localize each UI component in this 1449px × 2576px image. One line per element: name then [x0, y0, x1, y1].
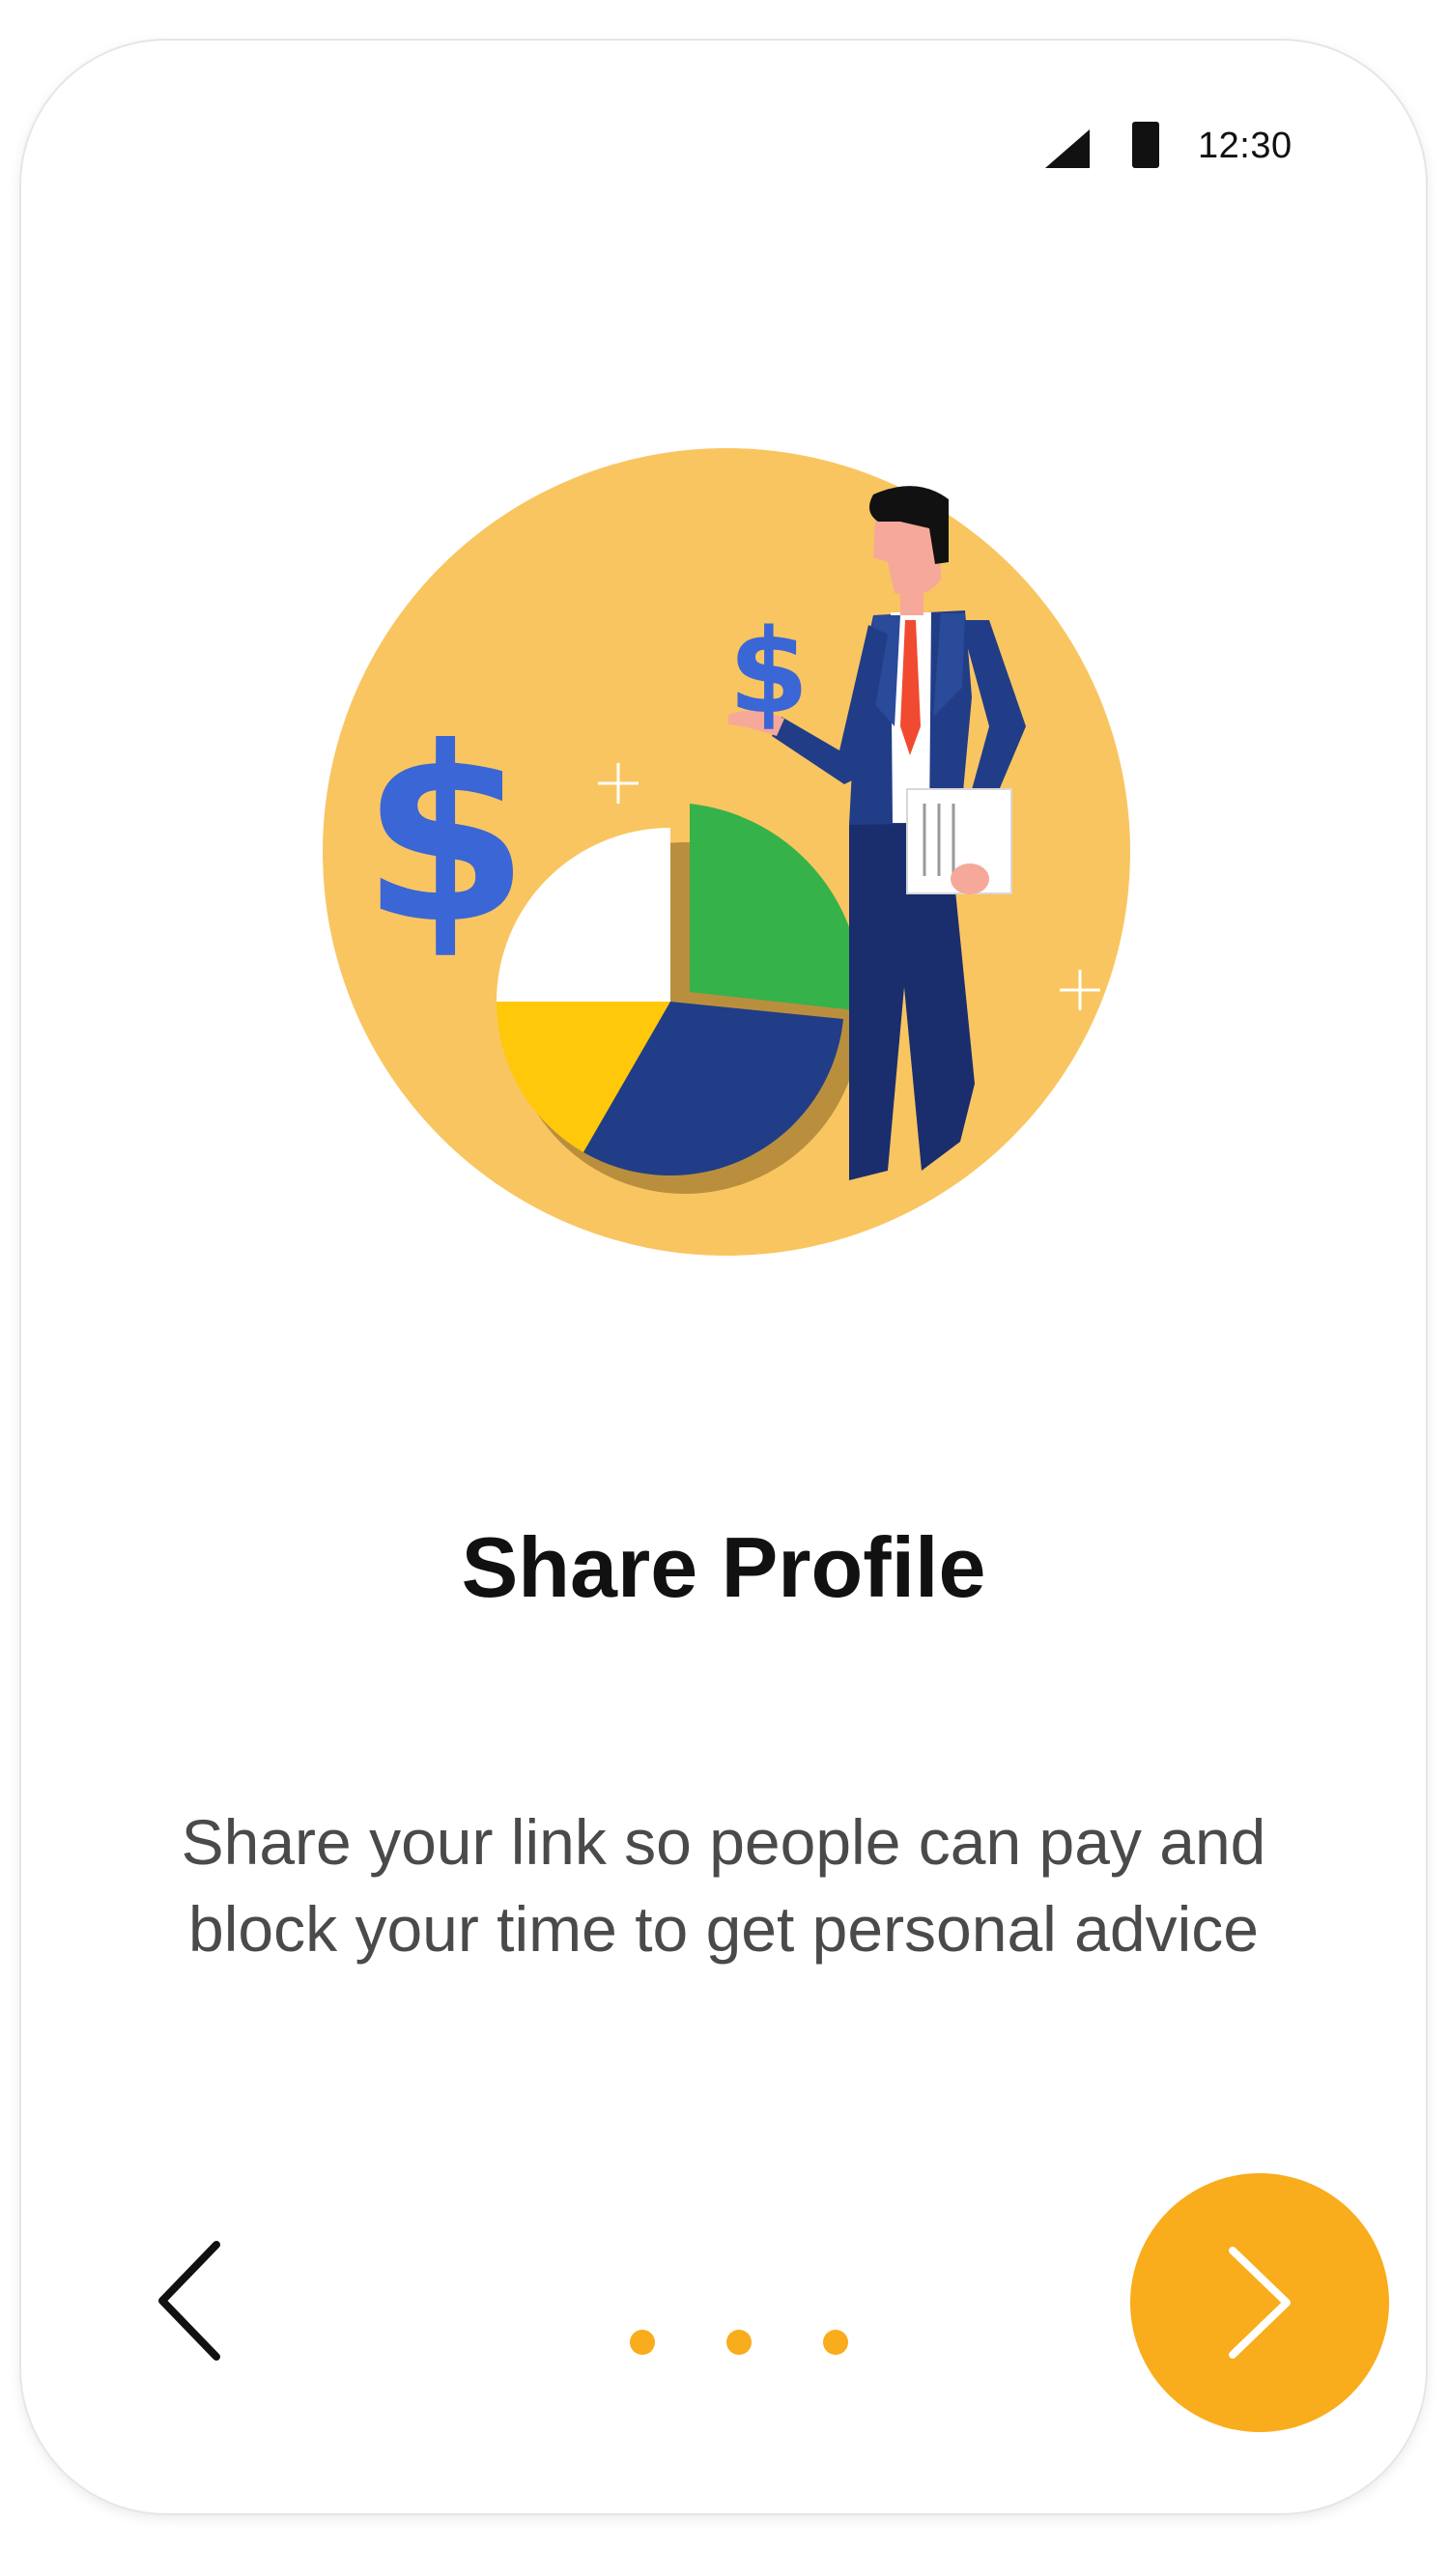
battery-icon — [1132, 122, 1159, 168]
back-button[interactable] — [139, 2233, 245, 2368]
finance-businessman-illustration: $ $ — [323, 448, 1130, 1256]
page-indicator-dot — [726, 2330, 752, 2355]
chevron-left-icon — [158, 2241, 220, 2361]
small-dollar-icon: $ — [728, 606, 810, 740]
phone-screen: 12:30 $ $ Share Profile Share your link … — [21, 41, 1426, 2513]
page-title: Share Profile — [461, 1519, 986, 1615]
cellular-signal-icon — [1045, 129, 1090, 168]
large-dollar-icon: $ — [361, 695, 529, 977]
next-button[interactable] — [1130, 2173, 1389, 2432]
page-indicator-dot — [630, 2330, 655, 2355]
page-description: Share your link so people can pay and bl… — [181, 1806, 1266, 1965]
chevron-right-icon — [1229, 2247, 1291, 2359]
status-bar: 12:30 — [21, 122, 1426, 180]
page-indicator — [614, 2330, 866, 2359]
status-time: 12:30 — [1198, 126, 1293, 166]
page-indicator-dot — [823, 2330, 848, 2355]
